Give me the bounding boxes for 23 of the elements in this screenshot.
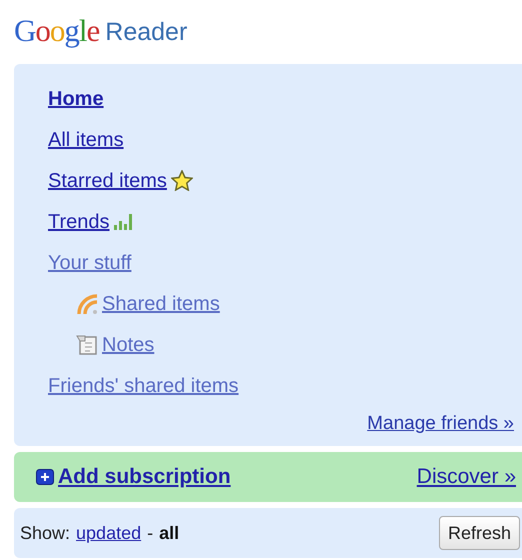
nav-link[interactable]: Friends' shared items [48, 376, 239, 396]
nav-link[interactable]: Shared items [102, 294, 220, 314]
nav-link[interactable]: Starred items [48, 170, 167, 190]
manage-friends-link[interactable]: Manage friends » [367, 410, 514, 438]
separator-text: - [147, 522, 154, 544]
nav-link[interactable]: Notes [102, 334, 154, 354]
nav-link[interactable]: All items [48, 130, 124, 150]
product-name: Reader [105, 20, 188, 46]
nav-link[interactable]: Trends [48, 212, 110, 232]
plus-icon [36, 469, 54, 485]
show-label: Show: [20, 522, 70, 544]
show-option[interactable]: all [159, 520, 180, 546]
show-option[interactable]: updated [76, 520, 142, 546]
note-icon [76, 334, 98, 356]
add-subscription-link[interactable]: Add subscription [36, 461, 231, 493]
refresh-button[interactable]: Refresh [438, 516, 520, 550]
logo-wordmark: Google [14, 15, 100, 46]
feed-icon [76, 292, 98, 314]
nav-link[interactable]: Home [48, 88, 104, 108]
nav-link[interactable]: Your stuff [48, 252, 132, 272]
bar-chart-icon [114, 214, 132, 230]
star-icon [170, 170, 193, 191]
discover-link[interactable]: Discover » [416, 461, 516, 493]
